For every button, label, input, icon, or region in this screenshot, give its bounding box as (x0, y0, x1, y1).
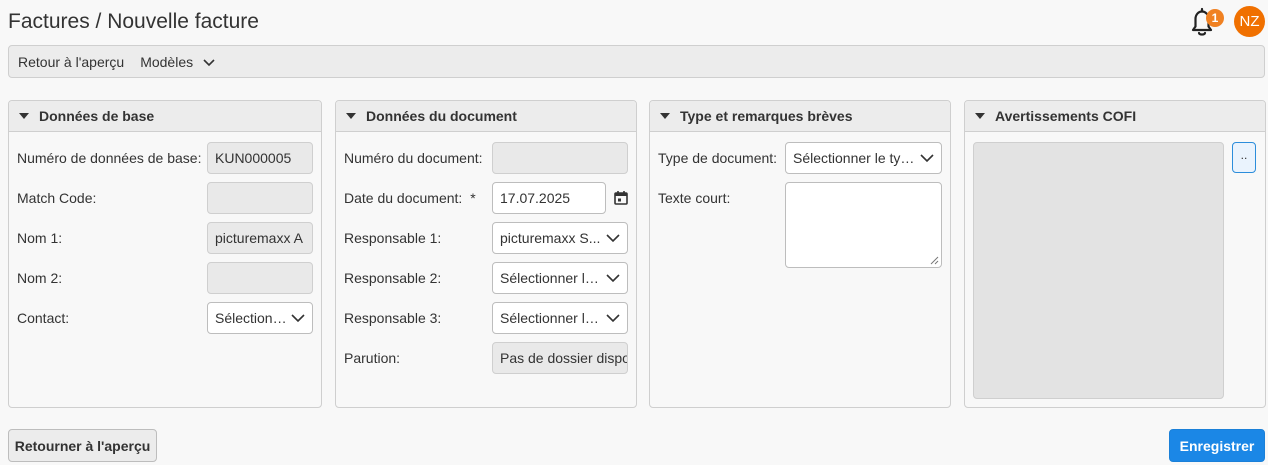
base-data-panel: Données de base Numéro de données de bas… (8, 100, 322, 408)
type-remarks-header[interactable]: Type et remarques brèves (650, 101, 950, 132)
return-to-overview-button[interactable]: Retourner à l'aperçu (8, 429, 157, 462)
doc-date-input[interactable]: 17.07.2025 (492, 182, 606, 214)
doc-date-label: Date du document: (344, 190, 463, 206)
resp1-label: Responsable 1: (344, 230, 442, 246)
cofi-more-button[interactable]: .. (1232, 142, 1256, 173)
notification-count-badge: 1 (1206, 9, 1224, 27)
cofi-warnings-list (973, 142, 1224, 399)
save-button[interactable]: Enregistrer (1169, 429, 1265, 462)
issue-field: Pas de dossier dispo (492, 342, 628, 374)
name1-field: picturemaxx A (207, 222, 313, 254)
base-data-header[interactable]: Données de base (9, 101, 321, 132)
chevron-down-icon (917, 153, 937, 163)
chevron-down-icon (603, 233, 623, 243)
type-remarks-panel: Type et remarques brèves Type de documen… (649, 100, 951, 408)
match-code-label: Match Code: (17, 190, 97, 206)
resp2-label: Responsable 2: (344, 270, 442, 286)
match-code-field (207, 182, 313, 214)
chevron-down-icon (288, 313, 308, 323)
templates-label: Modèles (140, 53, 194, 70)
chevron-down-icon (203, 59, 215, 66)
back-to-overview-link[interactable]: Retour à l'aperçu (18, 54, 124, 70)
name1-label: Nom 1: (17, 230, 63, 246)
issue-label: Parution: (344, 350, 401, 366)
collapse-caret-icon (975, 113, 985, 119)
base-number-field: KUN000005 (207, 142, 313, 174)
name2-label: Nom 2: (17, 270, 63, 286)
document-data-title: Données du document (366, 108, 517, 124)
doc-number-label: Numéro du document: (344, 150, 483, 166)
chevron-down-icon (603, 313, 623, 323)
resp1-select[interactable]: picturemaxx S... (492, 222, 628, 254)
collapse-caret-icon (19, 113, 29, 119)
cofi-warnings-title: Avertissements COFI (995, 108, 1137, 124)
collapse-caret-icon (660, 113, 670, 119)
base-number-label: Numéro de données de base: (17, 150, 202, 166)
templates-menu[interactable]: Modèles (140, 54, 215, 70)
user-avatar[interactable]: NZ (1234, 6, 1265, 37)
resp3-select[interactable]: Sélectionner le... (492, 302, 628, 334)
contact-label: Contact: (17, 310, 70, 326)
doc-type-select[interactable]: Sélectionner le typ... (785, 142, 942, 174)
document-data-panel: Données du document Numéro du document: … (335, 100, 637, 408)
short-text-textarea[interactable] (785, 182, 942, 268)
cofi-warnings-header[interactable]: Avertissements COFI (965, 101, 1265, 132)
type-remarks-title: Type et remarques brèves (680, 108, 853, 124)
contact-select[interactable]: Sélectionn... (207, 302, 313, 334)
collapse-caret-icon (346, 113, 356, 119)
resp3-label: Responsable 3: (344, 310, 442, 326)
doc-type-label: Type de document: (658, 150, 778, 166)
cofi-warnings-panel: Avertissements COFI .. (964, 100, 1266, 408)
required-asterisk: * (470, 190, 476, 206)
short-text-label: Texte court: (658, 190, 731, 206)
base-data-title: Données de base (39, 108, 155, 124)
doc-number-field (492, 142, 628, 174)
document-data-header[interactable]: Données du document (336, 101, 636, 132)
calendar-icon[interactable] (613, 190, 629, 206)
chevron-down-icon (603, 273, 623, 283)
resize-grip-icon[interactable] (930, 256, 939, 265)
page-title: Factures / Nouvelle facture (8, 10, 259, 33)
name2-field (207, 262, 313, 294)
toolbar: Retour à l'aperçu Modèles (8, 45, 1265, 78)
resp2-select[interactable]: Sélectionner le... (492, 262, 628, 294)
